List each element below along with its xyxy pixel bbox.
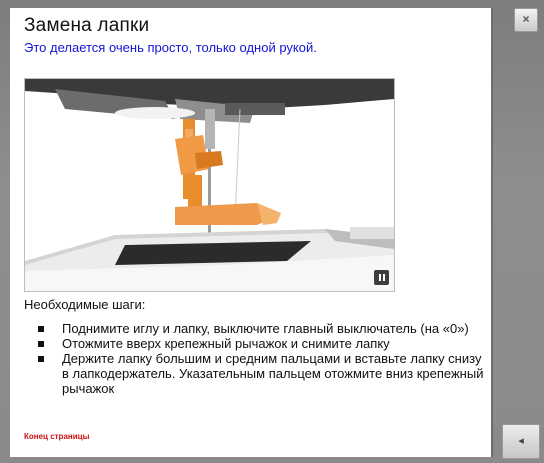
list-item: Держите лапку большим и средним пальцами… bbox=[32, 351, 487, 396]
pause-button[interactable] bbox=[374, 270, 389, 285]
close-icon: × bbox=[522, 12, 530, 26]
step-text: Поднимите иглу и лапку, выключите главны… bbox=[62, 321, 469, 336]
bullet-icon bbox=[38, 341, 44, 347]
steps-heading: Необходимые шаги: bbox=[24, 297, 146, 312]
close-button[interactable]: × bbox=[514, 8, 538, 32]
list-item: Отожмите вверх крепежный рычажок и сними… bbox=[32, 336, 487, 351]
bullet-icon bbox=[38, 356, 44, 362]
bullet-icon bbox=[38, 326, 44, 332]
step-text: Держите лапку большим и средним пальцами… bbox=[62, 351, 484, 396]
steps-list: Поднимите иглу и лапку, выключите главны… bbox=[32, 321, 487, 396]
page-title: Замена лапки bbox=[24, 15, 150, 36]
step-text: Отожмите вверх крепежный рычажок и сними… bbox=[62, 336, 390, 351]
arrow-left-icon: ◂ bbox=[518, 435, 524, 447]
presser-foot-illustration bbox=[24, 78, 395, 292]
list-item: Поднимите иглу и лапку, выключите главны… bbox=[32, 321, 487, 336]
help-panel: Замена лапки Это делается очень просто, … bbox=[10, 8, 493, 457]
page-subtitle: Это делается очень просто, только одной … bbox=[24, 40, 317, 55]
scroll-button[interactable]: ◂ bbox=[502, 424, 540, 459]
pause-icon bbox=[379, 274, 381, 281]
sewing-machine-image bbox=[25, 79, 394, 291]
page-end-label: Конец страницы bbox=[24, 432, 90, 441]
